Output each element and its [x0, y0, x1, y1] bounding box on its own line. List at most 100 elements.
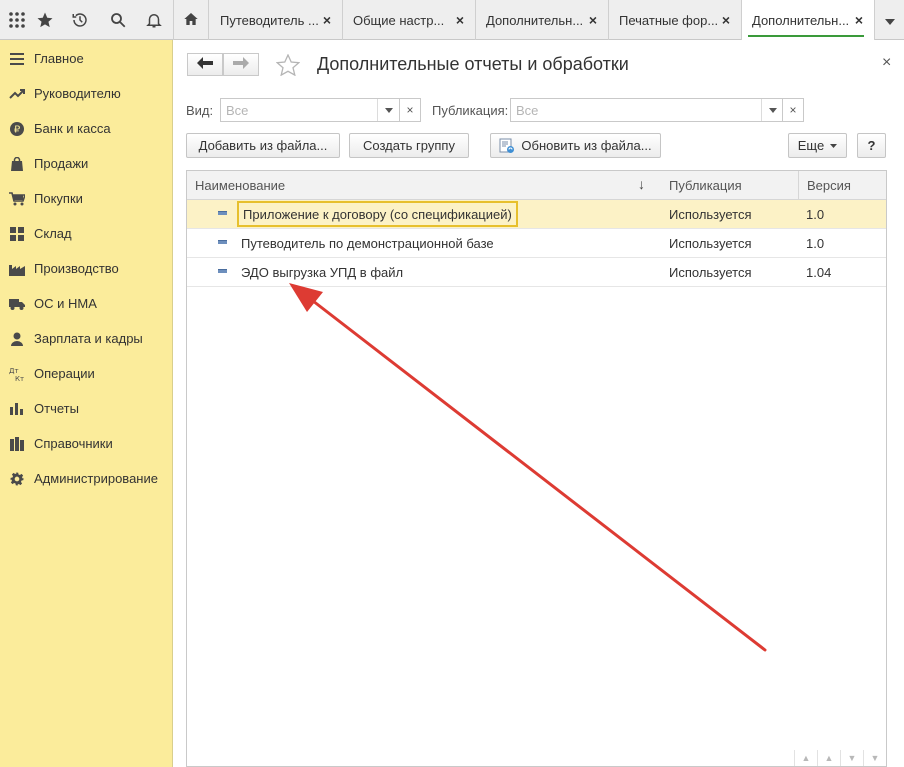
scroll-up-icon[interactable]: ▲: [817, 750, 840, 766]
close-icon[interactable]: ×: [451, 12, 469, 28]
sidebar-item-salary[interactable]: Зарплата и кадры: [0, 321, 172, 356]
tab-print-forms[interactable]: Печатные фор... ×: [609, 0, 742, 40]
forward-button[interactable]: [223, 53, 259, 76]
sidebar-item-warehouse[interactable]: Склад: [0, 216, 172, 251]
sidebar-item-bank[interactable]: ₽ Банк и касса: [0, 111, 172, 146]
scroll-top-icon[interactable]: ▲: [794, 750, 817, 766]
books-icon: [0, 436, 34, 451]
table-row[interactable]: Путеводитель по демонстрационной базе Ис…: [187, 229, 886, 258]
close-icon[interactable]: ×: [717, 12, 735, 28]
shopping-bag-icon: [0, 156, 34, 171]
tab-bar: Путеводитель ... × Общие настр... × Допо…: [173, 0, 904, 40]
form-area: Дополнительные отчеты и обработки × Вид:…: [174, 41, 904, 767]
search-icon[interactable]: [101, 0, 135, 40]
table-header: Наименование ↓ Публикация Версия: [187, 171, 886, 200]
reports-table: Наименование ↓ Публикация Версия Приложе…: [186, 170, 887, 767]
sidebar: Главное Руководителю ₽ Банк и касса Прод…: [0, 40, 173, 767]
column-header-publication[interactable]: Публикация: [661, 171, 798, 200]
sort-down-icon: ↓: [638, 176, 645, 192]
table-row[interactable]: Приложение к договору (со спецификацией)…: [187, 200, 886, 229]
sidebar-item-reports[interactable]: Отчеты: [0, 391, 172, 426]
close-icon[interactable]: ×: [318, 12, 336, 28]
sidebar-item-administration[interactable]: Администрирование: [0, 461, 172, 496]
tab-label: Дополнительн...: [752, 12, 850, 28]
kind-filter-label: Вид:: [186, 103, 214, 118]
sidebar-item-label: ОС и НМА: [34, 296, 97, 311]
page-title: Дополнительные отчеты и обработки: [317, 54, 629, 74]
svg-text:₽: ₽: [14, 124, 21, 135]
add-from-file-button[interactable]: Добавить из файла...: [186, 133, 340, 158]
sidebar-item-purchases[interactable]: Покупки: [0, 181, 172, 216]
scroll-bottom-icon[interactable]: ▼: [863, 750, 886, 766]
sidebar-item-label: Зарплата и кадры: [34, 331, 143, 346]
trend-icon: [0, 88, 34, 100]
bar-chart-icon: [0, 402, 34, 415]
tab-label: Дополнительн...: [486, 12, 584, 28]
factory-icon: [0, 262, 34, 276]
chevron-down-icon: [884, 13, 895, 28]
update-icon: [499, 138, 515, 154]
sidebar-item-label: Операции: [34, 366, 95, 381]
sidebar-item-directories[interactable]: Справочники: [0, 426, 172, 461]
back-button[interactable]: [187, 53, 223, 76]
tabs-menu-button[interactable]: [875, 0, 904, 40]
scroll-down-icon[interactable]: ▼: [840, 750, 863, 766]
sidebar-item-label: Покупки: [34, 191, 83, 206]
bell-icon[interactable]: [137, 0, 171, 40]
close-icon[interactable]: ×: [584, 12, 602, 28]
more-label: Еще: [797, 138, 825, 153]
sidebar-item-sales[interactable]: Продажи: [0, 146, 172, 181]
dropdown-icon[interactable]: [377, 99, 399, 121]
tab-label: Общие настр...: [353, 12, 445, 28]
sidebar-item-label: Администрирование: [34, 471, 158, 486]
close-form-icon[interactable]: ×: [882, 54, 891, 72]
create-group-button[interactable]: Создать группу: [349, 133, 469, 158]
svg-text:Дт: Дт: [9, 367, 19, 375]
tab-general-settings[interactable]: Общие настр... ×: [343, 0, 476, 40]
publication-filter-value: Все: [516, 102, 539, 118]
publication-filter-field[interactable]: Все: [510, 98, 784, 122]
column-header-version[interactable]: Версия: [798, 171, 886, 200]
sidebar-item-label: Производство: [34, 261, 119, 276]
tab-additional-2[interactable]: Дополнительн... ×: [742, 0, 875, 40]
table-row[interactable]: ЭДО выгрузка УПД в файл Используется 1.0…: [187, 258, 886, 287]
more-button[interactable]: Еще: [788, 133, 847, 158]
sidebar-item-management[interactable]: Руководителю: [0, 76, 172, 111]
top-bar: Путеводитель ... × Общие настр... × Допо…: [0, 0, 904, 40]
sidebar-item-fixed-assets[interactable]: ОС и НМА: [0, 286, 172, 321]
tab-additional-1[interactable]: Дополнительн... ×: [476, 0, 609, 40]
svg-text:Кт: Кт: [15, 375, 24, 382]
update-from-file-label: Обновить из файла...: [521, 138, 652, 153]
sidebar-item-label: Главное: [34, 51, 84, 66]
cart-icon: [0, 191, 34, 206]
report-item-icon: [218, 269, 227, 273]
dropdown-icon[interactable]: [761, 99, 783, 121]
history-icon[interactable]: [63, 0, 97, 40]
sidebar-item-main[interactable]: Главное: [0, 41, 172, 76]
favorite-star-icon[interactable]: [275, 53, 301, 79]
close-icon[interactable]: ×: [850, 12, 868, 28]
help-button[interactable]: ?: [857, 133, 886, 158]
row-publication: Используется: [669, 235, 752, 251]
warehouse-icon: [0, 226, 34, 241]
tab-label: Путеводитель ...: [220, 12, 318, 28]
sidebar-item-label: Руководителю: [34, 86, 121, 101]
kind-filter-value: Все: [226, 102, 249, 118]
menu-lines-icon: [0, 52, 34, 65]
table-scroll-controls: ▲ ▲ ▼ ▼: [794, 750, 886, 766]
tab-guide[interactable]: Путеводитель ... ×: [210, 0, 343, 40]
row-name: ЭДО выгрузка УПД в файл: [241, 264, 404, 280]
truck-icon: [0, 298, 34, 310]
sidebar-item-label: Отчеты: [34, 401, 79, 416]
ruble-icon: ₽: [0, 121, 34, 136]
kind-filter-clear-icon[interactable]: ×: [399, 98, 421, 122]
star-icon[interactable]: [28, 0, 62, 40]
kind-filter-field[interactable]: Все: [220, 98, 400, 122]
sidebar-item-operations[interactable]: Дт Кт Операции: [0, 356, 172, 391]
column-header-name[interactable]: Наименование: [187, 171, 661, 200]
update-from-file-button[interactable]: Обновить из файла...: [490, 133, 661, 158]
publication-filter-label: Публикация:: [432, 103, 509, 118]
publication-filter-clear-icon[interactable]: ×: [782, 98, 804, 122]
home-tab[interactable]: [173, 0, 209, 40]
sidebar-item-production[interactable]: Производство: [0, 251, 172, 286]
